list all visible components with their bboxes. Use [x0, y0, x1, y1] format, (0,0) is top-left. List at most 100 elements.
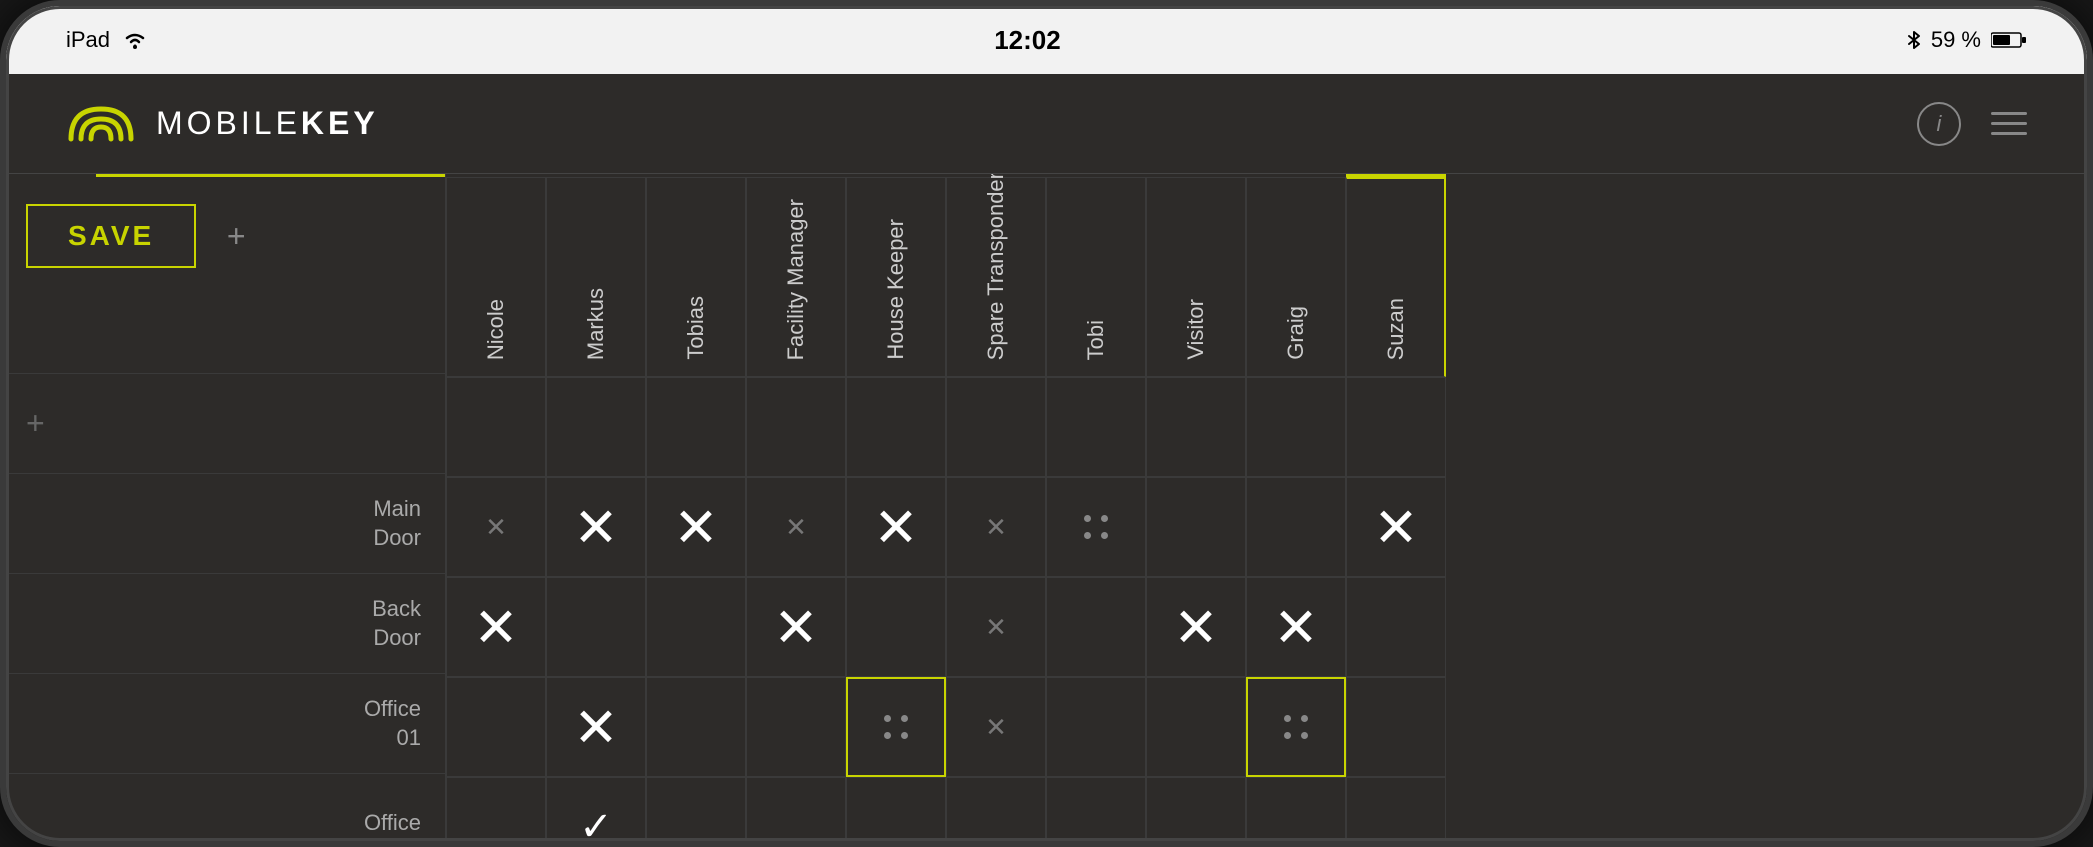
- cell-office01-facility[interactable]: [746, 677, 846, 777]
- cell-back-door-facility[interactable]: ✕: [746, 577, 846, 677]
- cell-back-door-spare[interactable]: ✕: [946, 577, 1046, 677]
- tablet-frame: iPad 12:02 59 %: [0, 0, 2093, 847]
- cell-main-door-graig[interactable]: [1246, 477, 1346, 577]
- cell-empty-9[interactable]: [1246, 377, 1346, 477]
- cell-office02-spare[interactable]: [946, 777, 1046, 841]
- col-header-visitor: Visitor: [1146, 177, 1246, 377]
- x-mark: ✕: [573, 696, 618, 759]
- col-header-spare-transponder: Spare Transponder: [946, 177, 1046, 377]
- cell-back-door-suzan[interactable]: [1346, 577, 1446, 677]
- left-section: SAVE + + MainDoor BackDoor Office01: [6, 174, 446, 841]
- col-name-tobias: Tobias: [683, 286, 709, 360]
- cell-empty-5[interactable]: [846, 377, 946, 477]
- col-name-graig: Graig: [1283, 296, 1309, 360]
- row-back-door: ✕ ✕: [446, 577, 2087, 677]
- cell-office01-suzan[interactable]: [1346, 677, 1446, 777]
- x-mark: ✕: [985, 512, 1007, 543]
- cell-main-door-suzan[interactable]: ✕: [1346, 477, 1446, 577]
- cell-empty-10[interactable]: [1346, 377, 1446, 477]
- cell-office01-graig[interactable]: [1246, 677, 1346, 777]
- cell-office02-graig[interactable]: [1246, 777, 1346, 841]
- cell-office01-visitor[interactable]: [1146, 677, 1246, 777]
- cell-back-door-visitor[interactable]: ✕: [1146, 577, 1246, 677]
- right-section[interactable]: Nicole Markus Tobias Facility Manager: [446, 174, 2087, 841]
- cell-empty-6[interactable]: [946, 377, 1046, 477]
- col-name-house-keeper: House Keeper: [883, 209, 909, 360]
- row-label-back-door: BackDoor: [6, 574, 445, 674]
- dot: [1284, 715, 1291, 722]
- cell-main-door-visitor[interactable]: [1146, 477, 1246, 577]
- content-area: SAVE + + MainDoor BackDoor Office01: [6, 174, 2087, 841]
- cell-back-door-housekeeper[interactable]: [846, 577, 946, 677]
- col-header-nicole: Nicole: [446, 177, 546, 377]
- col-header-house-keeper: House Keeper: [846, 177, 946, 377]
- menu-button[interactable]: [1991, 112, 2027, 135]
- dots-pattern: [1078, 509, 1114, 545]
- dot: [901, 732, 908, 739]
- screen-content: MOBILEKEY i: [6, 74, 2087, 841]
- cell-back-door-graig[interactable]: ✕: [1246, 577, 1346, 677]
- device-name: iPad: [66, 27, 110, 53]
- cell-main-door-markus[interactable]: ✕: [546, 477, 646, 577]
- cell-empty-8[interactable]: [1146, 377, 1246, 477]
- cell-back-door-markus[interactable]: [546, 577, 646, 677]
- cell-main-door-spare[interactable]: ✕: [946, 477, 1046, 577]
- status-right: 59 %: [1907, 27, 2027, 53]
- x-mark: ✕: [985, 612, 1007, 643]
- col-name-nicole: Nicole: [483, 289, 509, 360]
- cell-office02-tobi[interactable]: [1046, 777, 1146, 841]
- status-time: 12:02: [994, 25, 1061, 56]
- info-button[interactable]: i: [1917, 102, 1961, 146]
- cell-main-door-tobias[interactable]: ✕: [646, 477, 746, 577]
- x-mark: ✕: [573, 496, 618, 559]
- cell-office02-housekeeper[interactable]: [846, 777, 946, 841]
- add-row-area: +: [6, 374, 445, 474]
- cell-empty-1[interactable]: [446, 377, 546, 477]
- cell-main-door-nicole[interactable]: ✕: [446, 477, 546, 577]
- col-header-suzan: Suzan: [1346, 177, 1446, 377]
- row-label-office-01: Office01: [6, 674, 445, 774]
- cell-empty-2[interactable]: [546, 377, 646, 477]
- dot: [1284, 732, 1291, 739]
- dot: [1301, 732, 1308, 739]
- cell-office01-nicole[interactable]: [446, 677, 546, 777]
- cell-empty-4[interactable]: [746, 377, 846, 477]
- cell-back-door-tobi[interactable]: [1046, 577, 1146, 677]
- status-left: iPad: [66, 27, 148, 53]
- cell-main-door-tobi[interactable]: [1046, 477, 1146, 577]
- cell-office01-markus[interactable]: ✕: [546, 677, 646, 777]
- cell-empty-3[interactable]: [646, 377, 746, 477]
- cell-back-door-tobias[interactable]: [646, 577, 746, 677]
- col-name-markus: Markus: [583, 278, 609, 360]
- save-button[interactable]: SAVE: [26, 204, 196, 268]
- cell-empty-7[interactable]: [1046, 377, 1146, 477]
- cell-office01-housekeeper[interactable]: [846, 677, 946, 777]
- dot: [1101, 515, 1108, 522]
- cell-office01-spare[interactable]: ✕: [946, 677, 1046, 777]
- add-column-button[interactable]: +: [216, 216, 256, 256]
- x-mark: ✕: [985, 712, 1007, 743]
- col-name-facility-manager: Facility Manager: [783, 189, 809, 360]
- add-row-button[interactable]: +: [26, 403, 45, 445]
- row-office-02: ✓: [446, 777, 2087, 841]
- x-mark: ✕: [473, 596, 518, 659]
- cell-office02-suzan[interactable]: [1346, 777, 1446, 841]
- cell-office02-markus[interactable]: ✓: [546, 777, 646, 841]
- cell-office02-visitor[interactable]: [1146, 777, 1246, 841]
- cell-main-door-housekeeper[interactable]: ✕: [846, 477, 946, 577]
- cell-office01-tobi[interactable]: [1046, 677, 1146, 777]
- cell-main-door-facility[interactable]: ✕: [746, 477, 846, 577]
- status-bar: iPad 12:02 59 %: [6, 6, 2087, 74]
- cell-back-door-nicole[interactable]: ✕: [446, 577, 546, 677]
- battery-icon: [1991, 31, 2027, 49]
- col-name-spare-transponder: Spare Transponder: [983, 174, 1009, 360]
- row-label-main-door: MainDoor: [6, 474, 445, 574]
- cell-office02-nicole[interactable]: [446, 777, 546, 841]
- row-main-door: ✕ ✕ ✕ ✕: [446, 477, 2087, 577]
- scrollable-grid: Nicole Markus Tobias Facility Manager: [446, 174, 2087, 841]
- dots-pattern-yellow-2: [1278, 709, 1314, 745]
- cell-office02-facility[interactable]: [746, 777, 846, 841]
- col-name-suzan: Suzan: [1383, 288, 1409, 360]
- cell-office02-tobias[interactable]: [646, 777, 746, 841]
- cell-office01-tobias[interactable]: [646, 677, 746, 777]
